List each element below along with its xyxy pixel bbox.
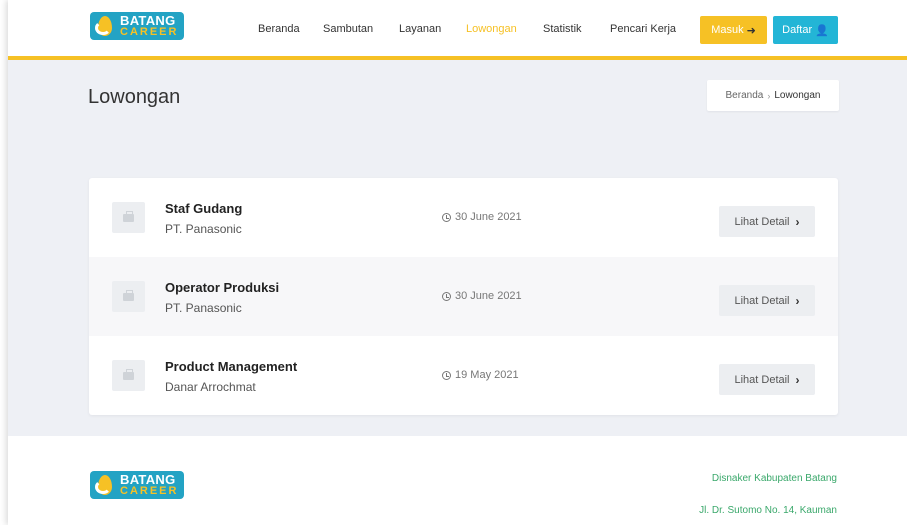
breadcrumb-current: Lowongan — [774, 90, 821, 101]
briefcase-icon — [112, 360, 145, 391]
chevron-right-icon: › — [795, 372, 800, 387]
job-company: PT. Panasonic — [165, 301, 242, 315]
breadcrumb: Beranda › Lowongan — [707, 80, 839, 111]
chevron-right-icon: › — [795, 293, 800, 308]
job-date: 30 June 2021 — [442, 290, 522, 302]
clock-icon — [442, 370, 451, 380]
register-label: Daftar — [782, 24, 813, 36]
nav-statistik[interactable]: Statistik — [543, 23, 582, 35]
user-icon: 👤 — [815, 24, 829, 37]
job-item: Product Management Danar Arrochmat 19 Ma… — [89, 336, 838, 415]
job-item: Staf Gudang PT. Panasonic 30 June 2021 L… — [89, 178, 838, 257]
login-button[interactable]: Masuk ➜ — [700, 16, 767, 44]
top-navbar: BATANG CAREER Beranda Sambutan Layanan L… — [8, 0, 907, 58]
briefcase-icon — [112, 202, 145, 233]
footer-address: Jl. Dr. Sutomo No. 14, Kauman — [699, 505, 837, 516]
job-list: Staf Gudang PT. Panasonic 30 June 2021 L… — [89, 178, 838, 415]
register-button[interactable]: Daftar 👤 — [773, 16, 838, 44]
login-label: Masuk — [711, 24, 744, 36]
logo-mark-icon — [94, 474, 116, 496]
page-title: Lowongan — [88, 86, 181, 108]
logo-mark-icon — [94, 15, 116, 37]
brand-logo[interactable]: BATANG CAREER — [90, 12, 185, 40]
view-detail-label: Lihat Detail — [734, 294, 790, 307]
chevron-right-icon: › — [795, 214, 800, 229]
logo-line2: CAREER — [120, 26, 179, 38]
job-title[interactable]: Operator Produksi — [165, 280, 279, 295]
nav-pencari-kerja[interactable]: Pencari Kerja — [610, 23, 676, 35]
job-date-text: 30 June 2021 — [455, 290, 522, 302]
view-detail-label: Lihat Detail — [734, 215, 790, 228]
footer: BATANG CAREER Disnaker Kabupaten Batang … — [8, 436, 907, 525]
job-company: Danar Arrochmat — [165, 380, 256, 394]
clock-icon — [442, 212, 451, 222]
footer-org: Disnaker Kabupaten Batang — [711, 473, 837, 484]
view-detail-button[interactable]: Lihat Detail › — [719, 364, 815, 395]
job-date: 30 June 2021 — [442, 211, 522, 223]
view-detail-button[interactable]: Lihat Detail › — [719, 206, 815, 237]
breadcrumb-separator-icon: › — [767, 90, 771, 101]
sign-in-icon: ➜ — [746, 24, 756, 37]
briefcase-icon — [112, 281, 145, 312]
nav-lowongan[interactable]: Lowongan — [466, 23, 517, 35]
job-date-text: 30 June 2021 — [455, 211, 522, 223]
nav-sambutan[interactable]: Sambutan — [323, 23, 373, 35]
header-accent-bar — [8, 56, 907, 60]
view-detail-label: Lihat Detail — [734, 373, 790, 386]
nav-beranda[interactable]: Beranda — [258, 23, 300, 35]
nav-layanan[interactable]: Layanan — [399, 23, 441, 35]
job-title[interactable]: Product Management — [165, 359, 297, 374]
page-frame: BATANG CAREER Beranda Sambutan Layanan L… — [8, 0, 907, 525]
clock-icon — [442, 291, 451, 301]
breadcrumb-home[interactable]: Beranda — [726, 90, 764, 101]
job-company: PT. Panasonic — [165, 222, 242, 236]
job-title[interactable]: Staf Gudang — [165, 201, 242, 216]
view-detail-button[interactable]: Lihat Detail › — [719, 285, 815, 316]
logo-line2: CAREER — [120, 485, 179, 497]
job-date: 19 May 2021 — [442, 369, 519, 381]
job-date-text: 19 May 2021 — [455, 369, 519, 381]
job-item: Operator Produksi PT. Panasonic 30 June … — [89, 257, 838, 336]
footer-logo[interactable]: BATANG CAREER — [90, 471, 185, 499]
